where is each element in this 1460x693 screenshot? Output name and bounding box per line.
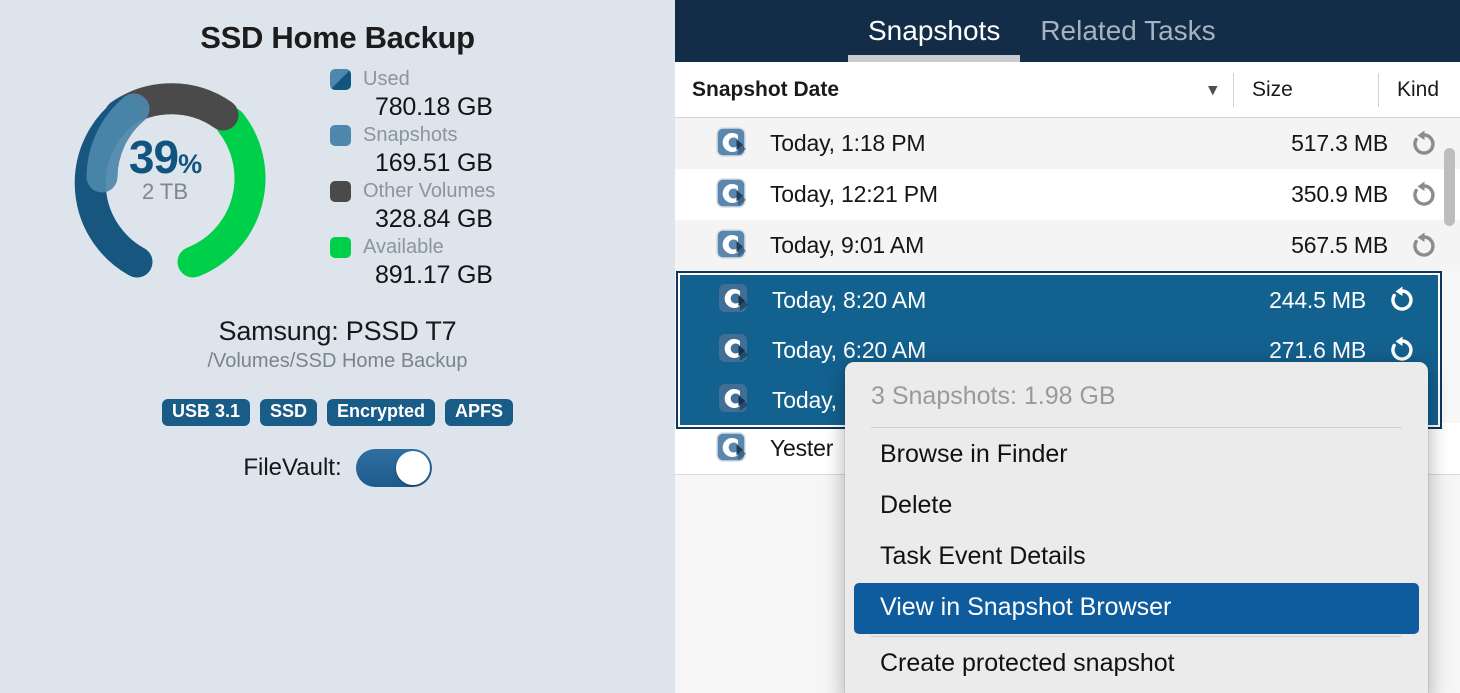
snapshot-date: Today, 8:20 AM bbox=[772, 286, 927, 313]
column-header-size[interactable]: Size bbox=[1234, 78, 1378, 102]
device-name: Samsung: PSSD T7 bbox=[218, 316, 457, 346]
restore-icon[interactable] bbox=[1408, 128, 1440, 160]
used-swatch-icon bbox=[330, 68, 351, 90]
gauge-segment-snapshots bbox=[86, 93, 150, 193]
gauge-svg bbox=[74, 83, 266, 278]
storage-gauge: 39% 2 TB bbox=[0, 62, 330, 280]
legend-value-other-volumes: 328.84 GB bbox=[375, 205, 493, 233]
ccc-snapshot-icon bbox=[716, 177, 750, 212]
snapshot-date: Today, 9:01 AM bbox=[770, 232, 925, 258]
ccc-snapshot-icon bbox=[718, 333, 752, 367]
menu-item-view-in-snapshot-browser[interactable]: View in Snapshot Browser bbox=[854, 583, 1419, 634]
legend-item-available: Available bbox=[330, 234, 495, 260]
snapshot-date: Yester bbox=[770, 435, 834, 461]
available-swatch-icon bbox=[330, 236, 351, 258]
legend-label: Other Volumes bbox=[363, 179, 496, 202]
snapshot-size: 350.9 MB bbox=[1291, 181, 1388, 207]
table-row[interactable]: Today, 9:01 AM 567.5 MB bbox=[675, 220, 1460, 271]
gauge-segment-available bbox=[177, 107, 266, 278]
menu-item-create-protected-snapshot[interactable]: Create protected snapshot bbox=[854, 639, 1419, 690]
menu-item-task-event-details[interactable]: Task Event Details bbox=[854, 532, 1419, 583]
tab-label: Related Tasks bbox=[1040, 15, 1216, 46]
menu-separator bbox=[871, 427, 1402, 428]
table-row[interactable]: Today, 12:21 PM 350.9 MB bbox=[675, 169, 1460, 220]
column-header-row: Snapshot Date ▾ Size Kind bbox=[675, 62, 1460, 118]
filevault-label: FileVault: bbox=[243, 453, 342, 481]
toggle-knob bbox=[395, 450, 430, 485]
scrollbar-thumb[interactable] bbox=[1444, 148, 1455, 226]
legend-label: Used bbox=[363, 67, 410, 90]
scrollbar[interactable] bbox=[1442, 120, 1456, 470]
ccc-snapshot-icon bbox=[716, 126, 750, 161]
snapshot-date: Today, 6:20 AM bbox=[772, 336, 927, 363]
storage-legend: Used 780.18 GB Snapshots 169.51 GB Other… bbox=[330, 62, 495, 290]
device-info: Samsung: PSSD T7 /Volumes/SSD Home Backu… bbox=[0, 316, 675, 373]
context-menu[interactable]: 3 Snapshots: 1.98 GB Browse in Finder De… bbox=[845, 362, 1428, 693]
legend-value-available: 891.17 GB bbox=[375, 261, 493, 289]
legend-item-other-volumes: Other Volumes bbox=[330, 178, 495, 204]
filevault-row: FileVault: bbox=[0, 448, 675, 487]
tab-label: Snapshots bbox=[868, 15, 1001, 46]
badge-apfs: APFS bbox=[445, 399, 514, 426]
column-header-snapshot-date[interactable]: Snapshot Date ▾ bbox=[675, 62, 1233, 118]
snapshot-size: 271.6 MB bbox=[1269, 336, 1366, 363]
page-title: SSD Home Backup bbox=[200, 20, 475, 55]
ccc-snapshot-icon bbox=[718, 383, 752, 417]
snapshot-size: 517.3 MB bbox=[1291, 130, 1388, 156]
column-header-kind[interactable]: Kind bbox=[1379, 78, 1460, 102]
legend-item-used: Used bbox=[330, 66, 495, 92]
chevron-down-icon: ▾ bbox=[1208, 79, 1217, 99]
restore-icon[interactable] bbox=[1408, 179, 1440, 211]
badge-encrypted: Encrypted bbox=[327, 399, 436, 426]
restore-icon[interactable] bbox=[1408, 230, 1440, 262]
menu-item-browse-in-finder[interactable]: Browse in Finder bbox=[854, 430, 1419, 481]
gauge-and-legend: 39% 2 TB Used 780.18 GB Snapshots 169.51… bbox=[0, 62, 675, 290]
snapshot-date: Today, 12:21 PM bbox=[770, 181, 938, 207]
legend-item-snapshots: Snapshots bbox=[330, 122, 495, 148]
snapshot-date: Today, bbox=[772, 386, 837, 413]
badge-usb: USB 3.1 bbox=[161, 399, 250, 426]
app-window: SSD Home Backup 39% 2 TB Used 780.18 GB … bbox=[0, 0, 1460, 693]
device-mount-path: /Volumes/SSD Home Backup bbox=[207, 350, 468, 372]
menu-separator bbox=[871, 636, 1402, 637]
legend-label: Available bbox=[363, 235, 444, 258]
ccc-snapshot-icon bbox=[716, 228, 750, 263]
restore-icon[interactable] bbox=[1386, 284, 1418, 316]
filevault-toggle[interactable] bbox=[355, 448, 432, 487]
tab-related-tasks[interactable]: Related Tasks bbox=[1020, 0, 1235, 62]
snapshot-date: Today, 1:18 PM bbox=[770, 130, 926, 156]
legend-label: Snapshots bbox=[363, 123, 458, 146]
column-header-label: Snapshot Date bbox=[692, 77, 840, 101]
device-attribute-badges: USB 3.1 SSD Encrypted APFS bbox=[0, 399, 675, 426]
other-volumes-swatch-icon bbox=[330, 180, 351, 202]
volume-info-panel: SSD Home Backup 39% 2 TB Used 780.18 GB … bbox=[0, 0, 675, 693]
menu-item-delete[interactable]: Delete bbox=[854, 481, 1419, 532]
table-row[interactable]: Today, 1:18 PM 517.3 MB bbox=[675, 118, 1460, 169]
ccc-snapshot-icon bbox=[718, 283, 752, 317]
tab-bar: Snapshots Related Tasks bbox=[675, 0, 1460, 62]
snapshot-size: 567.5 MB bbox=[1291, 232, 1388, 258]
snapshots-swatch-icon bbox=[330, 124, 351, 146]
badge-ssd: SSD bbox=[259, 399, 317, 426]
snapshot-size: 244.5 MB bbox=[1269, 286, 1366, 313]
legend-value-snapshots: 169.51 GB bbox=[375, 149, 493, 177]
ccc-snapshot-icon bbox=[716, 431, 750, 466]
context-menu-title: 3 Snapshots: 1.98 GB bbox=[871, 382, 1116, 410]
table-row-selected[interactable]: Today, 8:20 AM 244.5 MB bbox=[680, 275, 1438, 325]
tab-snapshots[interactable]: Snapshots bbox=[848, 0, 1021, 62]
legend-value-used: 780.18 GB bbox=[375, 93, 493, 121]
